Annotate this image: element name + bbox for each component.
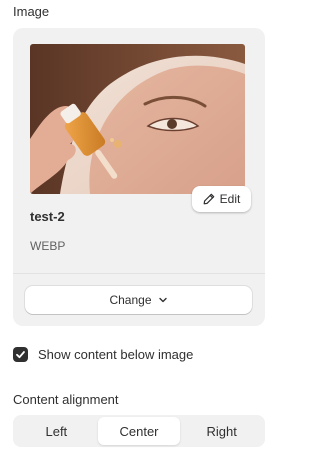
image-section-label: Image xyxy=(13,4,50,19)
alignment-option-right[interactable]: Right xyxy=(180,417,263,445)
edit-button-label: Edit xyxy=(219,192,241,206)
image-settings-panel: Image Edit test-2 WEBP Change Show conte… xyxy=(0,0,279,458)
image-card: Edit test-2 WEBP Change xyxy=(13,28,265,326)
show-content-checkbox[interactable] xyxy=(13,347,28,362)
file-name: test-2 xyxy=(30,209,65,224)
edit-image-button[interactable]: Edit xyxy=(192,186,251,212)
content-alignment-label: Content alignment xyxy=(13,392,119,407)
checkmark-icon xyxy=(16,351,25,359)
content-alignment-control: Left Center Right xyxy=(13,415,265,447)
change-image-button[interactable]: Change xyxy=(25,286,252,314)
file-type: WEBP xyxy=(30,239,66,253)
alignment-option-left[interactable]: Left xyxy=(15,417,98,445)
pencil-icon xyxy=(203,193,214,205)
change-button-label: Change xyxy=(109,293,152,307)
image-preview[interactable] xyxy=(30,44,245,194)
image-thumbnail xyxy=(30,44,245,194)
chevron-down-icon xyxy=(158,297,167,303)
show-content-below-image-option[interactable]: Show content below image xyxy=(13,347,193,362)
card-divider xyxy=(13,273,265,274)
show-content-label: Show content below image xyxy=(38,347,194,362)
alignment-option-center[interactable]: Center xyxy=(97,417,181,445)
